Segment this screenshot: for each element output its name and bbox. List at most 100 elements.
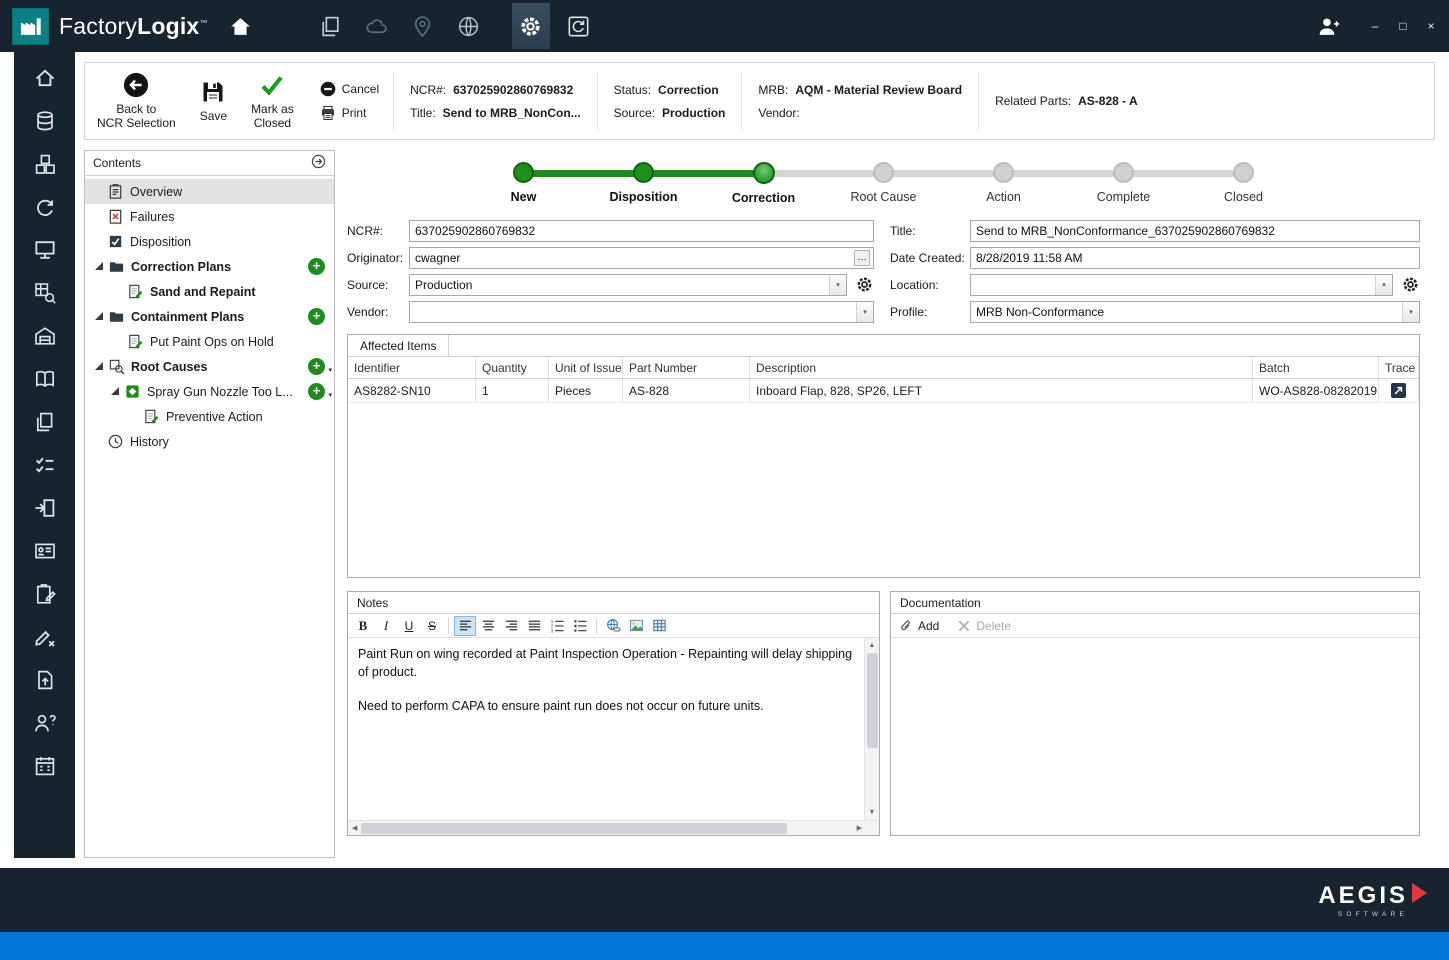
- trace-link-icon[interactable]: [1391, 383, 1406, 398]
- tree-item-failures[interactable]: Failures: [85, 204, 334, 229]
- tree-item-history[interactable]: History: [85, 429, 334, 454]
- sign-reject-icon[interactable]: [28, 621, 62, 653]
- align-justify-button[interactable]: [523, 616, 545, 636]
- database-icon[interactable]: [28, 105, 62, 137]
- tree-item-sand-and-repaint[interactable]: Sand and Repaint: [85, 279, 334, 304]
- column-header-trace[interactable]: Trace: [1379, 357, 1419, 378]
- scrollbar-thumb[interactable]: [361, 823, 787, 834]
- close-button[interactable]: ×: [1423, 19, 1439, 33]
- bold-button[interactable]: B: [352, 616, 374, 636]
- support-icon[interactable]: [28, 707, 62, 739]
- add-containment-plans-button[interactable]: +: [308, 308, 325, 325]
- expander-icon[interactable]: [93, 360, 106, 373]
- underline-button[interactable]: U: [398, 616, 420, 636]
- maximize-button[interactable]: □: [1395, 19, 1411, 33]
- title-input[interactable]: [970, 220, 1420, 242]
- scrollbar-thumb[interactable]: [867, 653, 878, 748]
- add-menu-caret-icon[interactable]: ▾: [328, 391, 332, 399]
- scrollbar-track[interactable]: [359, 821, 854, 835]
- tree-item-root-causes[interactable]: Root Causes+▾: [85, 354, 334, 379]
- insert-link-button[interactable]: [602, 616, 624, 636]
- tree-item-containment-plans[interactable]: Containment Plans+: [85, 304, 334, 329]
- notes-vertical-scrollbar[interactable]: ▲ ▼: [864, 638, 879, 820]
- documentation-icon[interactable]: [28, 363, 62, 395]
- materials-icon[interactable]: [28, 148, 62, 180]
- export-icon[interactable]: [28, 664, 62, 696]
- add-root-causes-button[interactable]: +: [308, 358, 325, 375]
- column-header-description[interactable]: Description: [750, 357, 1253, 378]
- checklist-icon[interactable]: [28, 449, 62, 481]
- expander-icon[interactable]: [109, 385, 122, 398]
- globe-icon[interactable]: [452, 9, 486, 43]
- strikethrough-button[interactable]: S: [421, 616, 443, 636]
- column-header-quantity[interactable]: Quantity: [476, 357, 549, 378]
- sync-icon[interactable]: [28, 191, 62, 223]
- minimize-button[interactable]: –: [1367, 19, 1383, 33]
- receive-icon[interactable]: [28, 492, 62, 524]
- notes-horizontal-scrollbar[interactable]: ◀ ▶: [348, 820, 879, 835]
- scrollbar-track[interactable]: [865, 651, 879, 807]
- location-select[interactable]: ▾: [970, 274, 1393, 296]
- tree-item-overview[interactable]: Overview: [85, 179, 334, 204]
- column-header-part-number[interactable]: Part Number: [623, 357, 750, 378]
- unordered-list-button[interactable]: [569, 616, 591, 636]
- ordered-list-button[interactable]: 123: [546, 616, 568, 636]
- expander-icon[interactable]: [93, 260, 106, 273]
- vendor-select[interactable]: ▾: [409, 301, 874, 323]
- column-header-identifier[interactable]: Identifier: [348, 357, 476, 378]
- id-card-icon[interactable]: [28, 535, 62, 567]
- cancel-button[interactable]: Cancel: [320, 81, 379, 97]
- home-icon[interactable]: [28, 62, 62, 94]
- user-account-icon[interactable]: [1311, 9, 1345, 43]
- add-correction-plans-button[interactable]: +: [308, 258, 325, 275]
- tree-item-disposition[interactable]: Disposition: [85, 229, 334, 254]
- back-to-ncr-selection-button[interactable]: Back toNCR Selection: [85, 63, 188, 139]
- expander-icon[interactable]: [93, 310, 106, 323]
- settings-gear-icon[interactable]: [512, 3, 550, 49]
- scroll-right-icon[interactable]: ▶: [855, 823, 864, 834]
- location-pin-icon[interactable]: [406, 9, 440, 43]
- scroll-down-icon[interactable]: ▼: [867, 807, 878, 818]
- schedule-icon[interactable]: [28, 750, 62, 782]
- copy-icon[interactable]: [28, 406, 62, 438]
- affected-item-row[interactable]: AS8282-SN101PiecesAS-828Inboard Flap, 82…: [348, 379, 1419, 403]
- date-created-input[interactable]: [970, 247, 1420, 269]
- save-button[interactable]: Save: [188, 63, 239, 139]
- tree-item-spray-gun-nozzle-too-l[interactable]: Spray Gun Nozzle Too L...+▾: [85, 379, 334, 404]
- originator-field[interactable]: …: [409, 247, 874, 269]
- workstation-icon[interactable]: [28, 234, 62, 266]
- align-right-button[interactable]: [500, 616, 522, 636]
- delete-attachment-button[interactable]: Delete: [957, 619, 1011, 633]
- print-button[interactable]: Print: [320, 105, 379, 121]
- scroll-up-icon[interactable]: ▲: [867, 640, 878, 651]
- italic-button[interactable]: I: [375, 616, 397, 636]
- sync-box-icon[interactable]: [562, 9, 596, 43]
- insert-table-button[interactable]: [648, 616, 670, 636]
- align-center-button[interactable]: [477, 616, 499, 636]
- add-attachment-button[interactable]: Add: [899, 619, 939, 633]
- lot-search-icon[interactable]: [28, 277, 62, 309]
- align-left-button[interactable]: [454, 616, 476, 636]
- collapse-panel-icon[interactable]: [311, 154, 326, 172]
- column-header-unit-of-issue[interactable]: Unit of Issue: [549, 357, 623, 378]
- ncr-number-input[interactable]: [409, 220, 874, 242]
- affected-items-tab[interactable]: Affected Items: [348, 335, 449, 356]
- home-nav-icon[interactable]: [224, 9, 258, 43]
- source-select[interactable]: Production ▾: [409, 274, 847, 296]
- profile-select[interactable]: MRB Non-Conformance ▾: [970, 301, 1420, 323]
- insert-image-button[interactable]: [625, 616, 647, 636]
- cloud-icon[interactable]: [360, 9, 394, 43]
- add-spray-gun-nozzle-too-l-button[interactable]: +: [308, 383, 325, 400]
- warehouse-icon[interactable]: [28, 320, 62, 352]
- tree-item-correction-plans[interactable]: Correction Plans+: [85, 254, 334, 279]
- originator-browse-button[interactable]: …: [854, 250, 870, 266]
- location-settings-gear-icon[interactable]: [1401, 275, 1420, 294]
- originator-input[interactable]: [415, 251, 854, 265]
- data-entry-icon[interactable]: [28, 578, 62, 610]
- scroll-left-icon[interactable]: ◀: [350, 823, 359, 834]
- documents-icon[interactable]: [314, 9, 348, 43]
- tree-item-put-paint-ops-on-hold[interactable]: Put Paint Ops on Hold: [85, 329, 334, 354]
- documentation-body[interactable]: [891, 638, 1419, 835]
- mark-as-closed-button[interactable]: Mark asClosed: [239, 63, 306, 139]
- notes-text[interactable]: Paint Run on wing recorded at Paint Insp…: [348, 638, 864, 820]
